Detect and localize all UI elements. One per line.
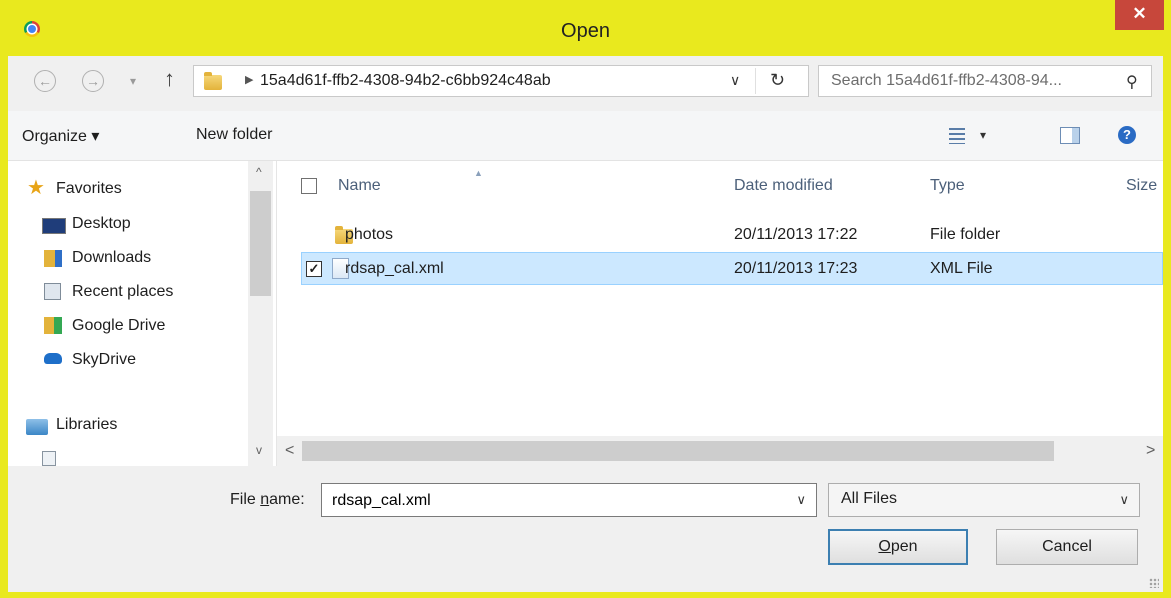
sidebar-item-favorites[interactable]: Favorites <box>56 180 122 198</box>
navigation-scroll-thumb[interactable] <box>250 191 271 296</box>
file-type: File folder <box>930 226 1001 243</box>
folder-icon <box>204 72 222 90</box>
file-type-dropdown-button[interactable]: ∨ <box>1119 492 1129 508</box>
star-icon: ★ <box>27 177 45 199</box>
scroll-left-button[interactable]: < <box>285 442 294 460</box>
file-name: rdsap_cal.xml <box>345 260 444 277</box>
sidebar-item-skydrive[interactable]: SkyDrive <box>72 351 136 369</box>
open-button-label: pen <box>890 538 918 555</box>
address-dropdown-button[interactable]: ∨ <box>730 72 740 89</box>
close-button[interactable]: ✕ <box>1115 0 1164 30</box>
open-dialog: Open ✕ ← → ▾ ↑ ▶ 15a4d61f-ffb2-4308-94b2… <box>0 0 1171 598</box>
window-title: Open <box>561 20 610 42</box>
file-row-rdsap-cal-xml[interactable]: ✓ rdsap_cal.xml 20/11/2013 17:23 XML Fil… <box>301 252 1163 285</box>
libraries-icon <box>26 419 48 435</box>
google-drive-icon <box>44 317 62 334</box>
horizontal-scroll-thumb[interactable] <box>302 441 1054 461</box>
search-placeholder: Search 15a4d61f-ffb2-4308-94... <box>831 72 1062 89</box>
scroll-down-button[interactable]: v <box>256 443 262 457</box>
views-dropdown-button[interactable]: ▾ <box>980 128 986 142</box>
navigation-pane: ★ Favorites Desktop Downloads Recent pla… <box>8 161 277 466</box>
search-input[interactable]: Search 15a4d61f-ffb2-4308-94... ⚲ <box>818 65 1152 97</box>
column-type[interactable]: Type <box>930 177 965 195</box>
preview-pane-icon[interactable] <box>1060 127 1080 144</box>
column-size[interactable]: Size <box>1126 177 1157 195</box>
dialog-footer: File name: ∨ All Files ∨ Open Cancel <box>8 466 1163 592</box>
file-name-combobox[interactable]: ∨ <box>321 483 817 518</box>
column-name[interactable]: Name <box>338 177 381 195</box>
file-date: 20/11/2013 17:22 <box>734 226 858 243</box>
file-name-dropdown-button[interactable]: ∨ <box>796 492 806 508</box>
refresh-button[interactable]: ↻ <box>770 70 785 91</box>
recent-locations-button[interactable]: ▾ <box>130 74 136 88</box>
resize-grip[interactable] <box>1149 578 1159 588</box>
recent-places-icon <box>44 283 61 300</box>
file-list-horizontal-scrollbar[interactable]: < > <box>277 436 1163 466</box>
select-all-checkbox[interactable] <box>301 178 317 194</box>
breadcrumb-chevron-icon[interactable]: ▶ <box>245 73 253 86</box>
cancel-button[interactable]: Cancel <box>996 529 1138 565</box>
sort-ascending-icon: ▲ <box>474 168 483 178</box>
dialog-client: ← → ▾ ↑ ▶ 15a4d61f-ffb2-4308-94b2-c6bb92… <box>8 56 1163 592</box>
sidebar-item-google-drive[interactable]: Google Drive <box>72 317 165 335</box>
open-button[interactable]: Open <box>828 529 968 565</box>
desktop-icon <box>42 218 66 234</box>
views-icon[interactable] <box>949 128 965 144</box>
file-name-label-prefix: File <box>230 491 261 508</box>
open-button-accelerator: O <box>878 538 891 555</box>
file-type-select[interactable]: All Files ∨ <box>828 483 1140 517</box>
sidebar-item-libraries[interactable]: Libraries <box>56 416 117 434</box>
file-type: XML File <box>930 260 993 277</box>
file-name-label: File name: <box>230 491 305 509</box>
sidebar-item-recent-places[interactable]: Recent places <box>72 283 173 301</box>
file-name-input[interactable] <box>322 484 794 518</box>
file-name: photos <box>345 226 394 243</box>
up-button[interactable]: ↑ <box>164 66 175 92</box>
file-date: 20/11/2013 17:23 <box>734 260 858 277</box>
help-icon[interactable]: ? <box>1118 126 1136 144</box>
row-checkbox[interactable]: ✓ <box>306 261 322 277</box>
organize-button[interactable]: Organize ▾ <box>22 126 99 146</box>
breadcrumb-path[interactable]: 15a4d61f-ffb2-4308-94b2-c6bb924c48ab <box>260 72 551 90</box>
file-row-photos[interactable]: photos 20/11/2013 17:22 File folder <box>301 219 1163 252</box>
file-list: ▲ Name Date modified Type Size photos 20… <box>277 161 1163 466</box>
skydrive-icon <box>44 353 62 364</box>
new-folder-button[interactable]: New folder <box>196 126 272 144</box>
sidebar-item-desktop[interactable]: Desktop <box>72 215 131 233</box>
file-type-value: All Files <box>841 490 898 507</box>
navigation-scrollbar[interactable]: ^ v <box>248 161 273 466</box>
sidebar-item-downloads[interactable]: Downloads <box>72 249 151 267</box>
navigation-bar: ← → ▾ ↑ ▶ 15a4d61f-ffb2-4308-94b2-c6bb92… <box>8 56 1163 111</box>
address-bar[interactable]: ▶ 15a4d61f-ffb2-4308-94b2-c6bb924c48ab ∨… <box>193 65 809 97</box>
documents-icon <box>42 451 56 466</box>
forward-button[interactable]: → <box>82 70 104 92</box>
title-bar[interactable]: Open ✕ <box>0 0 1171 56</box>
scroll-up-button[interactable]: ^ <box>256 165 262 179</box>
file-name-label-accelerator: n <box>260 491 270 508</box>
scroll-right-button[interactable]: > <box>1146 442 1155 460</box>
column-date-modified[interactable]: Date modified <box>734 177 833 195</box>
downloads-icon <box>44 250 62 267</box>
search-icon[interactable]: ⚲ <box>1126 72 1138 92</box>
back-button[interactable]: ← <box>34 70 56 92</box>
toolbar: Organize ▾ New folder ▾ ? <box>8 111 1163 161</box>
file-name-label-suffix: ame: <box>269 491 305 508</box>
address-separator <box>755 68 756 94</box>
